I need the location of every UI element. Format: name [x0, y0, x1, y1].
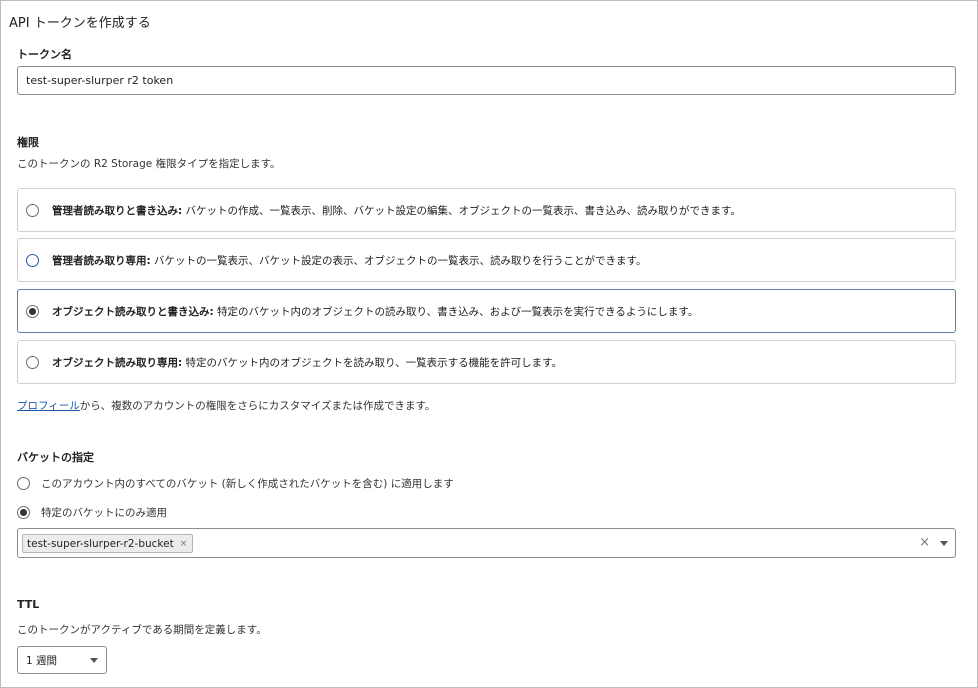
permission-option-admin-read-only[interactable]: 管理者読み取り専用: バケットの一覧表示、バケット設定の表示、オブジェクトの一覧…	[17, 238, 956, 282]
radio-checked-icon[interactable]	[26, 304, 39, 318]
bucket-label: バケットの指定	[17, 451, 94, 464]
chevron-down-icon[interactable]	[940, 541, 948, 546]
permission-option-object-read-write[interactable]: オブジェクト読み取りと書き込み: 特定のバケット内のオブジェクトの読み取り、書き…	[17, 289, 956, 333]
bucket-option-label: 特定のバケットにのみ適用	[41, 507, 167, 519]
permissions-description: このトークンの R2 Storage 権限タイプを指定します。	[17, 158, 281, 170]
ttl-label: TTL	[17, 598, 40, 611]
ttl-select[interactable]: 1 週間	[17, 646, 107, 674]
chip-remove-icon[interactable]: ×	[180, 539, 188, 549]
page-title: API トークンを作成する	[9, 16, 151, 31]
bucket-chip-label: test-super-slurper-r2-bucket	[27, 537, 174, 550]
permission-option-text: 管理者読み取りと書き込み: バケットの作成、一覧表示、削除、バケット設定の編集、…	[52, 204, 741, 217]
bucket-option-specific[interactable]: 特定のバケットにのみ適用	[17, 505, 167, 520]
profile-note: プロフィールから、複数のアカウントの権限をさらにカスタマイズまたは作成できます。	[17, 400, 436, 412]
token-name-input[interactable]	[17, 66, 956, 95]
radio-unchecked-icon[interactable]	[26, 355, 39, 369]
radio-unchecked-icon[interactable]	[26, 253, 39, 267]
profile-link[interactable]: プロフィール	[17, 400, 80, 412]
permission-option-admin-read-write[interactable]: 管理者読み取りと書き込み: バケットの作成、一覧表示、削除、バケット設定の編集、…	[17, 188, 956, 232]
bucket-multiselect[interactable]: test-super-slurper-r2-bucket × ×	[17, 528, 956, 558]
permission-option-text: オブジェクト読み取り専用: 特定のバケット内のオブジェクトを読み取り、一覧表示す…	[52, 356, 563, 369]
chevron-down-icon[interactable]	[90, 658, 98, 663]
clear-icon[interactable]: ×	[919, 535, 930, 550]
bucket-chip: test-super-slurper-r2-bucket ×	[22, 534, 194, 553]
api-token-form: API トークンを作成する トークン名 権限 このトークンの R2 Storag…	[0, 0, 978, 688]
permission-option-object-read-only[interactable]: オブジェクト読み取り専用: 特定のバケット内のオブジェクトを読み取り、一覧表示す…	[17, 340, 956, 384]
permission-option-text: 管理者読み取り専用: バケットの一覧表示、バケット設定の表示、オブジェクトの一覧…	[52, 254, 647, 267]
radio-unchecked-icon[interactable]	[17, 477, 30, 490]
permissions-label: 権限	[17, 136, 39, 149]
ttl-description: このトークンがアクティブである期間を定義します。	[17, 624, 267, 636]
radio-checked-icon[interactable]	[17, 506, 30, 519]
ttl-select-value: 1 週間	[26, 654, 58, 667]
radio-unchecked-icon[interactable]	[26, 203, 39, 217]
permission-option-text: オブジェクト読み取りと書き込み: 特定のバケット内のオブジェクトの読み取り、書き…	[52, 305, 699, 318]
bucket-option-label: このアカウント内のすべてのバケット (新しく作成されたバケットを含む) に適用し…	[41, 478, 454, 490]
token-name-label: トークン名	[17, 48, 72, 61]
bucket-option-all[interactable]: このアカウント内のすべてのバケット (新しく作成されたバケットを含む) に適用し…	[17, 476, 454, 491]
